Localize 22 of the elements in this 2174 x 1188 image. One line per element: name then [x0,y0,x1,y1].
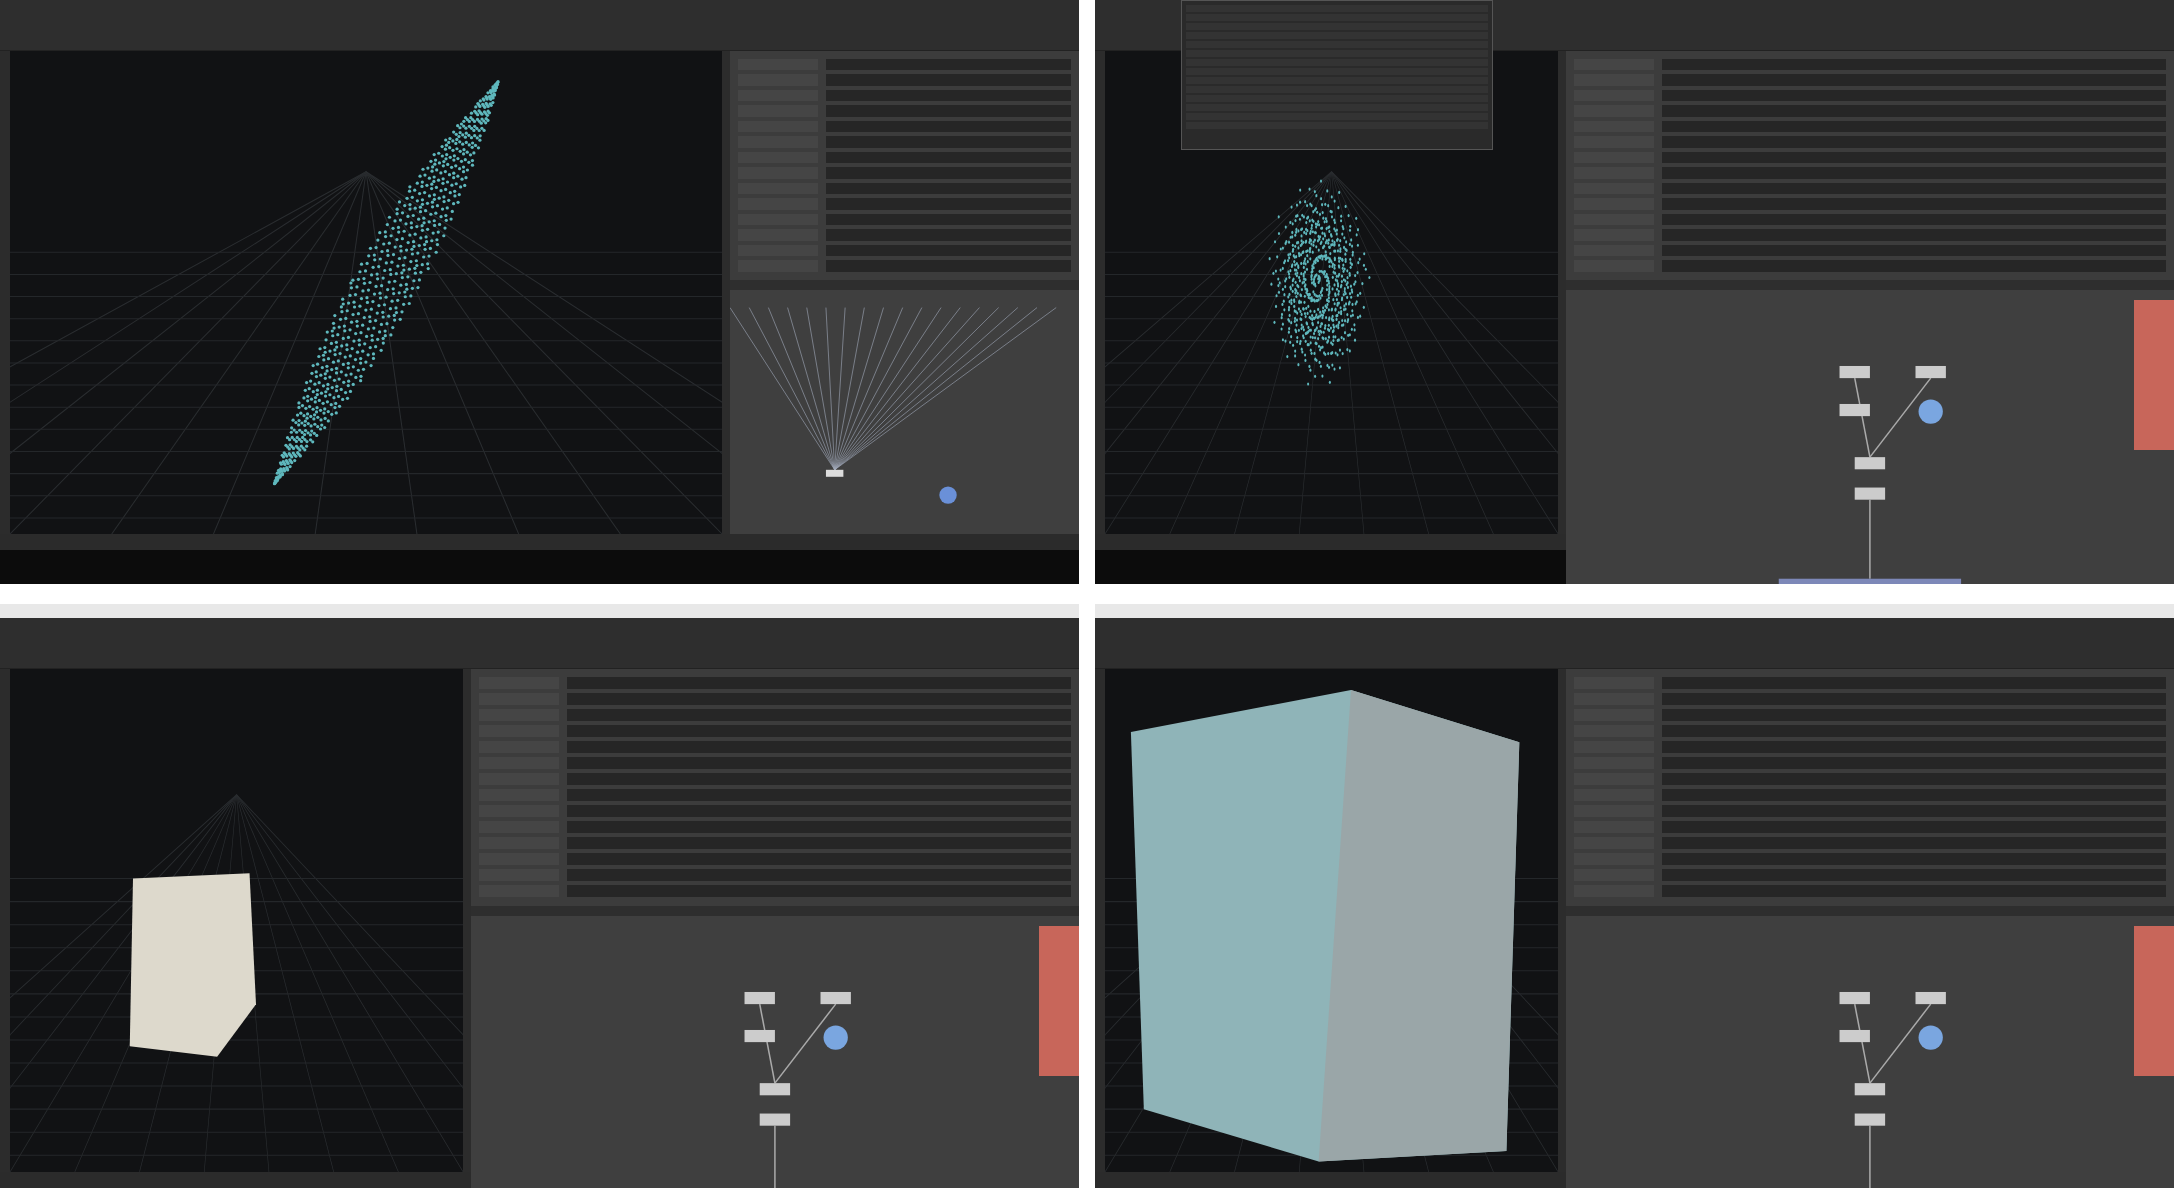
node[interactable] [1839,365,1871,378]
node[interactable] [820,992,852,1005]
wire [774,1125,776,1188]
node[interactable] [826,469,844,477]
node[interactable] [744,1030,776,1043]
node[interactable] [1854,1083,1886,1096]
node[interactable] [939,485,957,504]
node[interactable] [1839,403,1871,416]
node[interactable] [1839,1030,1871,1043]
node[interactable] [1839,992,1871,1005]
node[interactable] [1854,1113,1886,1126]
node[interactable] [744,992,776,1005]
node[interactable] [759,1113,791,1126]
node[interactable] [1915,992,1947,1005]
node[interactable] [1918,398,1943,424]
wire [1869,1125,1871,1188]
node[interactable] [1918,1025,1943,1051]
node[interactable] [759,1083,791,1096]
node[interactable] [823,1025,848,1051]
node[interactable] [1915,365,1947,378]
node[interactable] [1854,456,1886,469]
node[interactable] [1854,487,1886,500]
